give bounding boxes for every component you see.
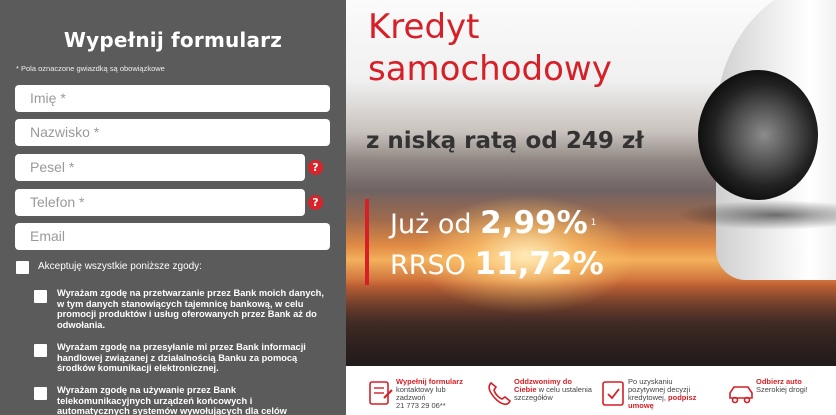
process-steps: Wypełnij formularz kontaktowy lub zadzwo… — [346, 366, 836, 415]
consent-text-2: Wyrażam zgodę na przesyłanie mi przez Ba… — [57, 342, 306, 373]
headline-line-2: samochodowy — [368, 49, 612, 89]
accept-all-label: Akceptuję wszystkie poniższe zgody: — [38, 261, 202, 272]
consent-text-1: Wyrażam zgodę na przetwarzanie przez Ban… — [57, 288, 324, 330]
car-wheel-image — [698, 70, 818, 200]
form-icon — [369, 381, 393, 405]
rrso-line: RRSO 11,72% — [390, 248, 604, 282]
rate-value: 2,99% — [480, 205, 588, 241]
consent-checkbox-3[interactable] — [34, 387, 47, 400]
lead-form-panel: Wypełnij formularz * Pola oznaczone gwia… — [0, 0, 346, 415]
step-sign-contract: Po uzyskaniu pozytywnej decyzji kredytow… — [598, 376, 718, 415]
road-background — [346, 280, 836, 366]
first-name-input[interactable] — [15, 85, 330, 112]
step-1-phone[interactable]: 21 773 29 06** — [396, 401, 446, 410]
step-4-text: Odbierz auto Szerokiej drogi! — [756, 378, 834, 394]
headline: Kredyt samochodowy — [368, 6, 612, 90]
consent-checkbox-2[interactable] — [34, 344, 47, 357]
phone-icon — [488, 381, 512, 406]
phone-error-icon[interactable]: ? — [308, 195, 323, 210]
step-callback: Oddzwonimy do Ciebie w celu ustalenia sz… — [484, 376, 594, 415]
step-4-rest: Szerokiej drogi! — [756, 385, 808, 394]
step-fill-form: Wypełnij formularz kontaktowy lub zadzwo… — [366, 376, 476, 415]
car-icon — [729, 386, 753, 404]
rrso-value: 11,72% — [474, 246, 604, 282]
rrso-prefix: RRSO — [390, 250, 466, 281]
last-name-input[interactable] — [15, 119, 330, 146]
step-1-rest: kontaktowy lub zadzwoń — [396, 385, 446, 402]
headline-line-1: Kredyt — [368, 7, 480, 47]
consent-checkbox-1[interactable] — [34, 290, 47, 303]
pesel-error-icon[interactable]: ? — [308, 160, 323, 175]
step-3-text: Po uzyskaniu pozytywnej decyzji kredytow… — [628, 378, 706, 410]
pesel-input[interactable] — [15, 154, 305, 181]
interest-rate-line: Już od 2,99% 1 — [390, 207, 596, 241]
car-shadow — [676, 200, 836, 230]
phone-input[interactable] — [15, 189, 305, 216]
email-input[interactable] — [15, 223, 330, 250]
accept-all-checkbox[interactable] — [16, 261, 29, 274]
consent-text-3: Wyrażam zgodę na używanie przez Bank tel… — [57, 385, 287, 415]
document-check-icon — [602, 381, 624, 406]
rate-footnote-marker: 1 — [590, 218, 597, 228]
step-1-text: Wypełnij formularz kontaktowy lub zadzwo… — [396, 378, 474, 410]
form-title: Wypełnij formularz — [63, 28, 283, 52]
promo-banner: Kredyt samochodowy z niską ratą od 249 z… — [346, 0, 836, 366]
required-note: * Pola oznaczone gwiazdką są obowiązkowe — [16, 64, 165, 73]
step-2-text: Oddzwonimy do Ciebie w celu ustalenia sz… — [514, 378, 592, 402]
step-pickup-car: Odbierz auto Szerokiej drogi! — [726, 376, 836, 415]
rate-prefix: Już od — [390, 209, 472, 240]
subheadline: z niską ratą od 249 zł — [366, 128, 644, 154]
rate-accent-bar — [365, 199, 369, 285]
